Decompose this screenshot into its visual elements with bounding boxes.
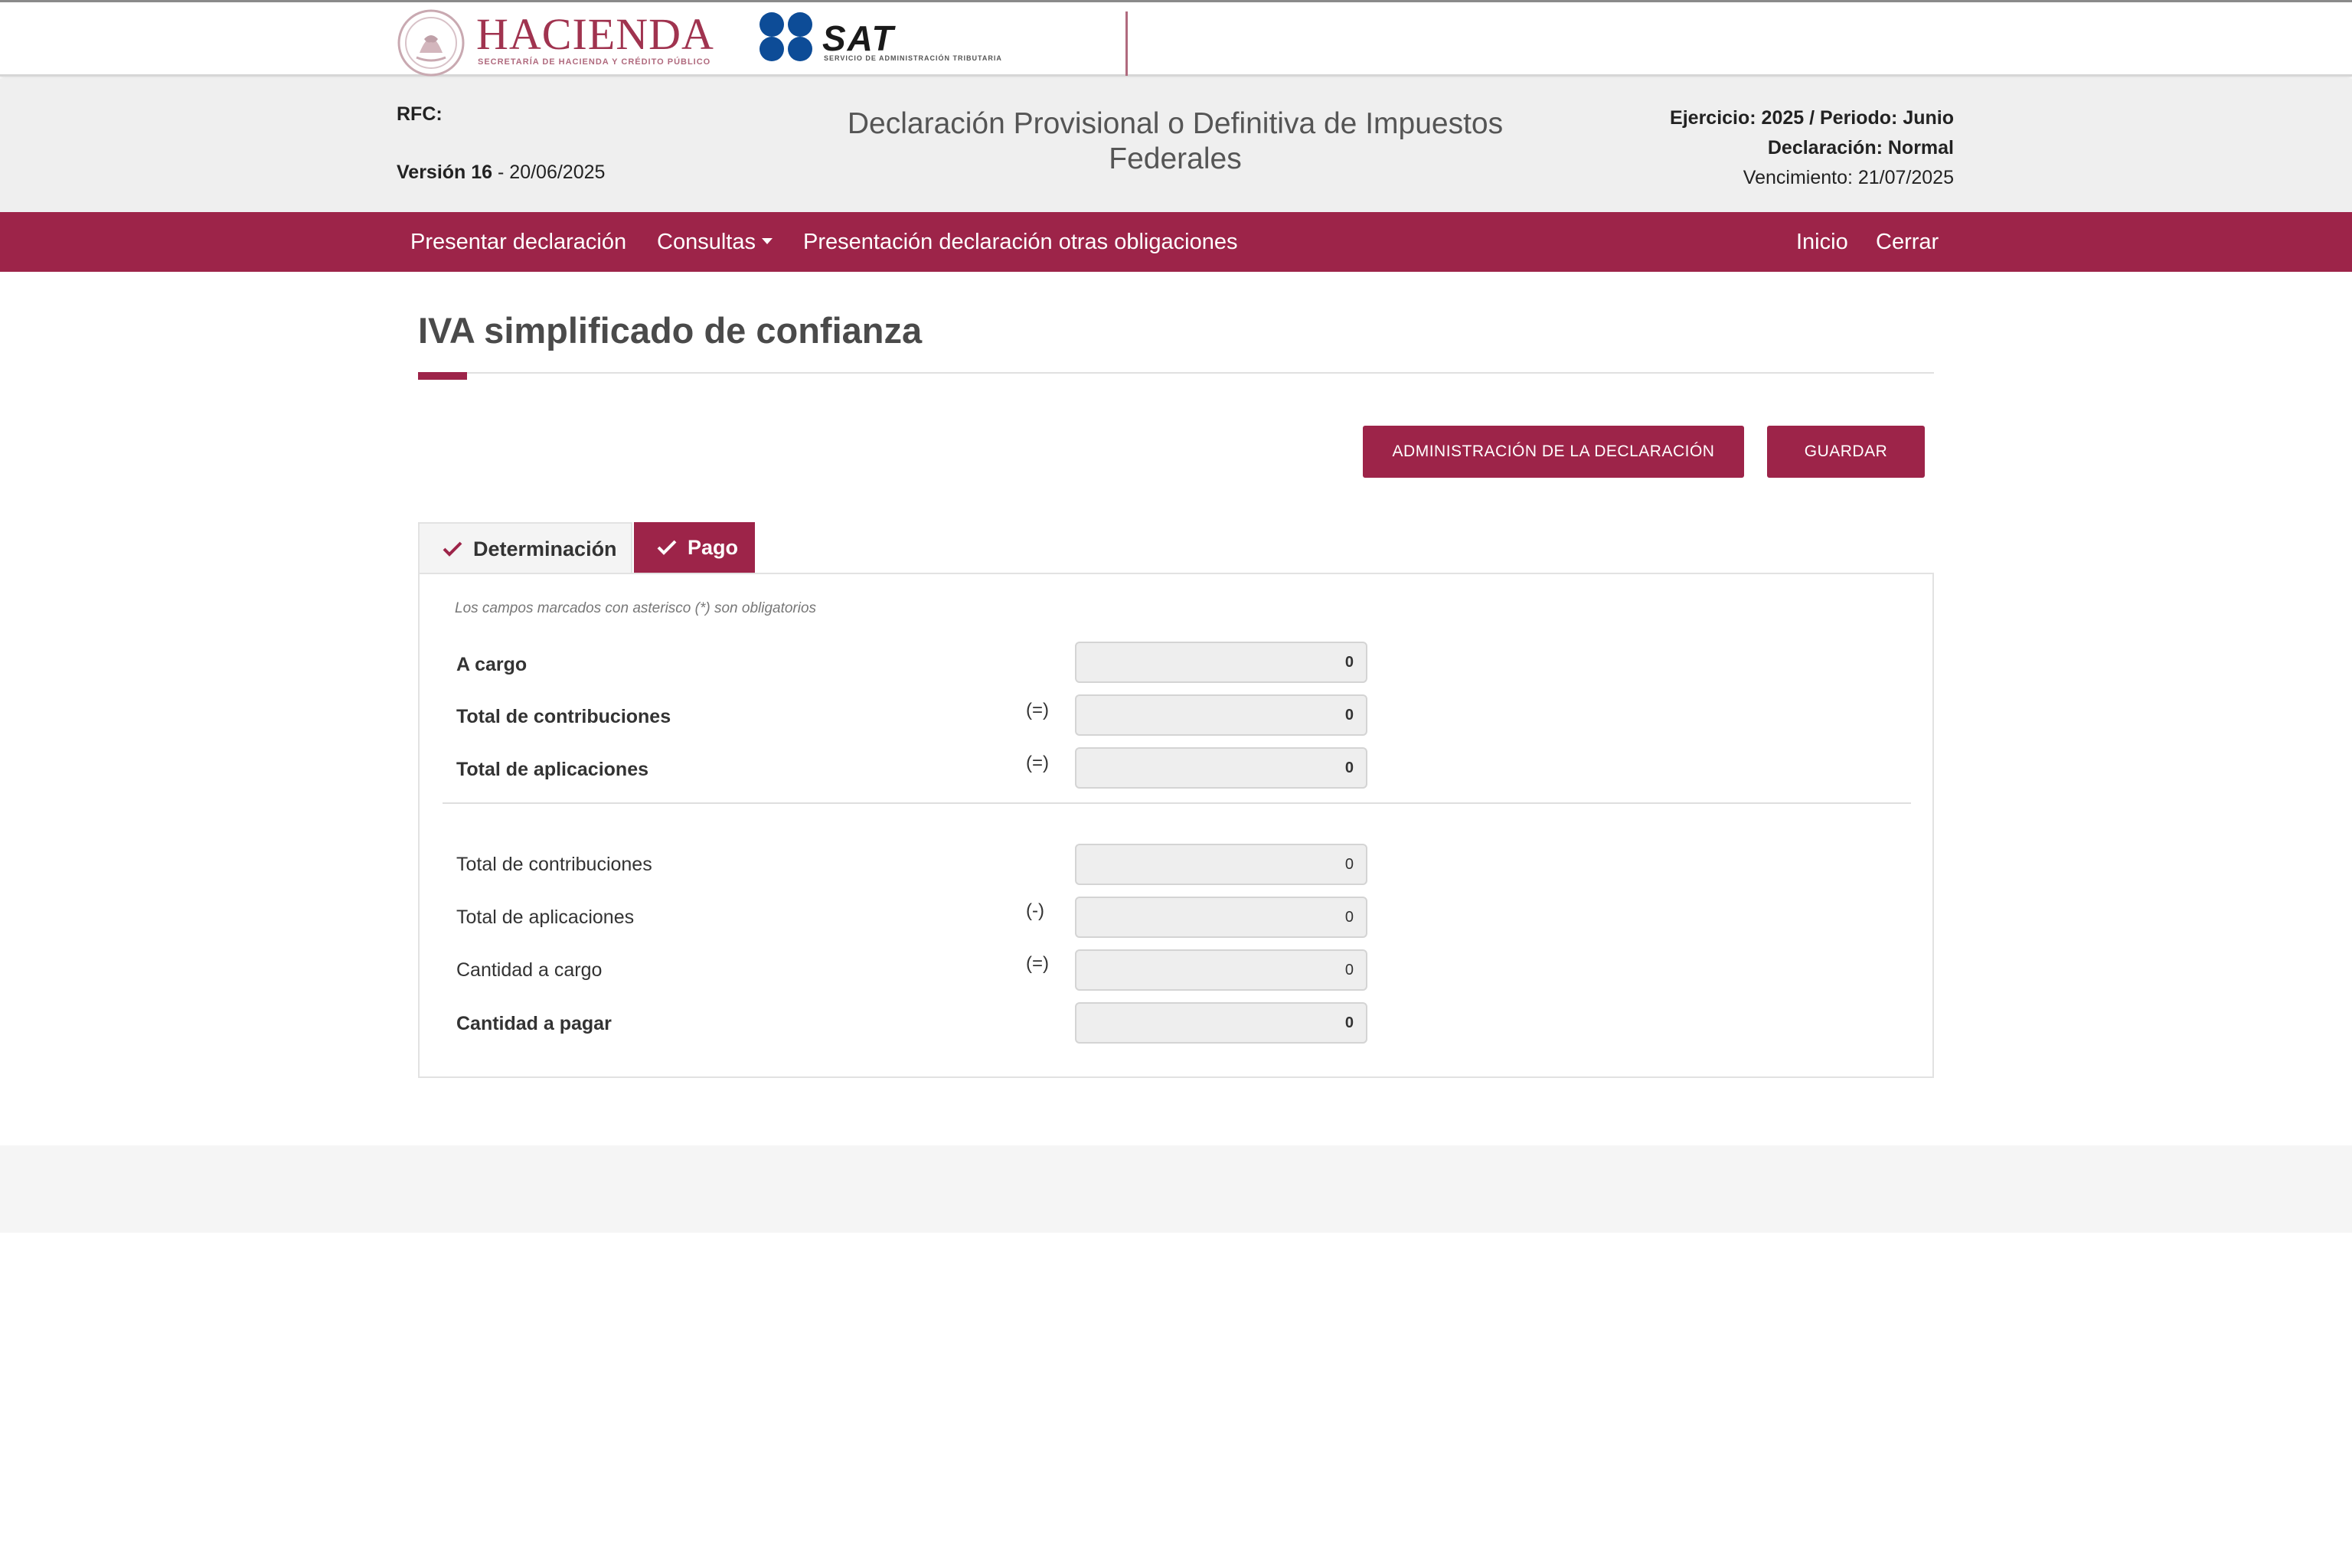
version-label: Versión 16: [397, 162, 493, 183]
main-nav: Presentar declaración Consultas Presenta…: [0, 212, 2352, 272]
field-detail-total-contribuciones[interactable]: [1075, 844, 1367, 885]
operator-total-contribuciones: (=): [1026, 700, 1049, 720]
admin-declaration-button[interactable]: ADMINISTRACIÓN DE LA DECLARACIÓN: [1363, 426, 1744, 478]
hacienda-wordmark: HACIENDA: [476, 9, 714, 59]
sat-subtitle: SERVICIO DE ADMINISTRACIÓN TRIBUTARIA: [824, 54, 1002, 62]
tab-pago-label: Pago: [688, 536, 739, 559]
version-date: - 20/06/2025: [492, 162, 606, 183]
check-icon: [443, 541, 462, 557]
tab-determinacion-label: Determinación: [473, 537, 617, 560]
sat-dots-icon: [760, 12, 812, 61]
vencimiento-date: Vencimiento: 21/07/2025: [1743, 167, 1954, 188]
period-block: Ejercicio: 2025 / Periodo: Junio Declara…: [1670, 103, 1954, 193]
declaration-header: RFC: Versión 16 - 20/06/2025 Declaración…: [0, 79, 2352, 212]
section-title: IVA simplificado de confianza: [418, 310, 923, 351]
hacienda-subtitle: SECRETARÍA DE HACIENDA Y CRÉDITO PÚBLICO: [478, 57, 711, 67]
hacienda-logo[interactable]: HACIENDA SECRETARÍA DE HACIENDA Y CRÉDIT…: [397, 7, 1128, 77]
field-total-contribuciones[interactable]: [1075, 694, 1367, 736]
operator-total-aplicaciones: (=): [1026, 753, 1049, 773]
ejercicio-periodo: Ejercicio: 2025 / Periodo: Junio: [1670, 107, 1954, 129]
nav-cerrar[interactable]: Cerrar: [1876, 212, 1939, 272]
title-accent: [418, 372, 467, 380]
tab-pago[interactable]: Pago: [634, 522, 755, 573]
version-line: Versión 16 - 20/06/2025: [397, 162, 605, 184]
field-cantidad-a-cargo[interactable]: [1075, 949, 1367, 991]
logo-bar: HACIENDA SECRETARÍA DE HACIENDA Y CRÉDIT…: [0, 0, 2352, 77]
operator-detail-total-aplicaciones: (-): [1026, 900, 1044, 921]
rfc-label: RFC:: [397, 103, 443, 125]
panel-divider: [443, 802, 1911, 804]
field-cantidad-a-pagar[interactable]: [1075, 1002, 1367, 1044]
caret-down-icon: [761, 238, 773, 245]
national-seal-icon: [397, 9, 465, 77]
nav-consultas-dropdown[interactable]: Consultas: [657, 212, 773, 272]
nav-inicio[interactable]: Inicio: [1796, 212, 1848, 272]
logo-divider: [1125, 11, 1128, 76]
label-detail-total-aplicaciones: Total de aplicaciones: [456, 906, 635, 928]
declaracion-type: Declaración: Normal: [1767, 137, 1954, 158]
field-a-cargo[interactable]: [1075, 642, 1367, 683]
field-detail-total-aplicaciones[interactable]: [1075, 897, 1367, 938]
nav-consultas-label: Consultas: [657, 230, 756, 254]
label-cantidad-a-cargo: Cantidad a cargo: [456, 959, 603, 981]
declaration-title: Declaración Provisional o Definitiva de …: [847, 107, 1504, 175]
sat-wordmark: SAT: [822, 18, 895, 58]
required-fields-note: Los campos marcados con asterisco (*) so…: [455, 600, 817, 616]
nav-presentar-declaracion[interactable]: Presentar declaración: [410, 212, 626, 272]
sat-logo[interactable]: SAT SERVICIO DE ADMINISTRACIÓN TRIBUTARI…: [758, 11, 1034, 67]
title-rule: [418, 372, 1934, 374]
label-total-contribuciones: Total de contribuciones: [456, 706, 671, 727]
pago-panel: Los campos marcados con asterisco (*) so…: [418, 573, 1934, 1078]
label-cantidad-a-pagar: Cantidad a pagar: [456, 1013, 612, 1034]
operator-cantidad-a-cargo: (=): [1026, 953, 1049, 974]
label-detail-total-contribuciones: Total de contribuciones: [456, 854, 652, 875]
label-a-cargo: A cargo: [456, 654, 528, 675]
field-total-aplicaciones[interactable]: [1075, 747, 1367, 789]
page-footer: [0, 1145, 2352, 1233]
tab-determinacion[interactable]: Determinación: [418, 522, 632, 573]
nav-otras-obligaciones[interactable]: Presentación declaración otras obligacio…: [803, 212, 1237, 272]
check-icon: [657, 540, 677, 555]
label-total-aplicaciones: Total de aplicaciones: [456, 759, 649, 780]
save-button[interactable]: GUARDAR: [1767, 426, 1925, 478]
